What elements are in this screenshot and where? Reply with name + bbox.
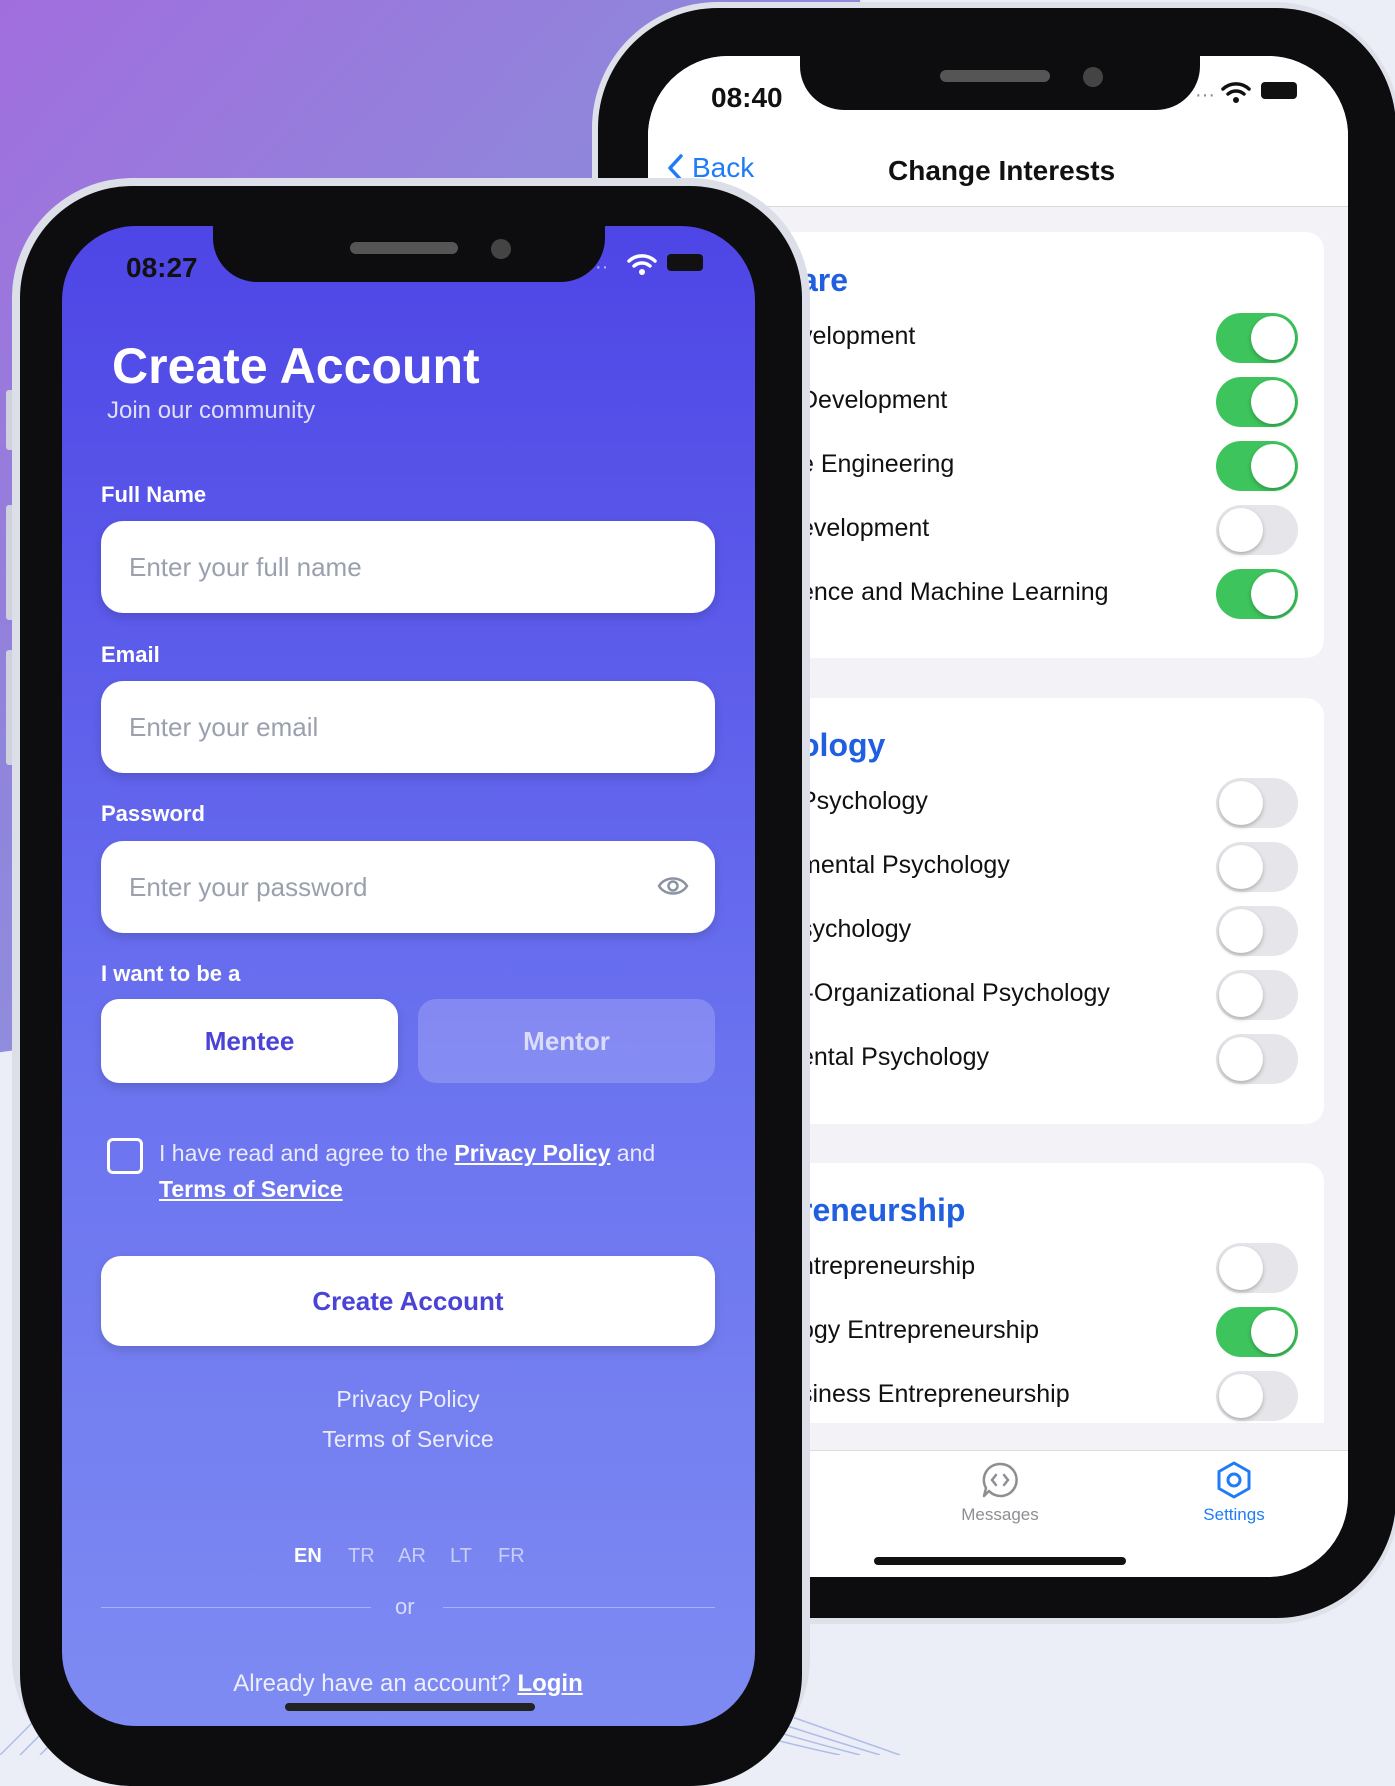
interest-toggle[interactable]: [1216, 441, 1298, 491]
interest-label: Development: [800, 386, 948, 414]
settings-hexagon-icon: [1217, 1461, 1251, 1499]
interest-label: evelopment: [800, 514, 930, 542]
home-indicator: [285, 1703, 535, 1711]
tab-settings[interactable]: Settings: [1174, 1460, 1294, 1525]
toggle-knob: [1251, 380, 1295, 424]
login-prompt: Already have an account? Login: [101, 1670, 715, 1698]
terms-of-service-link[interactable]: Terms of Service: [159, 1176, 343, 1202]
interest-label: mental Psychology: [800, 851, 1010, 879]
interest-label: ogy Entrepreneurship: [800, 1316, 1040, 1344]
agree-checkbox[interactable]: [107, 1138, 143, 1174]
toggle-knob: [1251, 572, 1295, 616]
wifi-icon: [627, 254, 657, 275]
interest-toggle[interactable]: [1216, 778, 1298, 828]
page-title: Change Interests: [888, 155, 1116, 186]
status-time: 08:40: [711, 82, 783, 113]
message-bubble-icon: [982, 1462, 1018, 1498]
interest-toggle[interactable]: [1216, 1034, 1298, 1084]
toggle-knob: [1251, 444, 1295, 488]
divider-or: or: [395, 1594, 415, 1619]
toggle-knob: [1219, 1374, 1263, 1418]
interest-label: siness Entrepreneurship: [800, 1380, 1070, 1408]
privacy-policy-link[interactable]: Privacy Policy: [454, 1140, 610, 1166]
create-account-button[interactable]: Create Account: [101, 1256, 715, 1346]
interest-toggle[interactable]: [1216, 1243, 1298, 1293]
interest-label: ntrepreneurship: [800, 1252, 976, 1280]
interest-toggle[interactable]: [1216, 970, 1298, 1020]
page-subtitle: Join our community: [107, 397, 316, 424]
password-label: Password: [101, 801, 205, 826]
wifi-icon: [1221, 82, 1251, 103]
speaker: [350, 242, 458, 254]
mentee-button[interactable]: Mentee: [101, 999, 398, 1083]
front-camera: [1083, 67, 1103, 87]
interest-toggle[interactable]: [1216, 505, 1298, 555]
divider: [443, 1607, 715, 1608]
toggle-knob: [1219, 909, 1263, 953]
interest-label: ence and Machine Learning: [800, 578, 1109, 606]
tab-label: Messages: [961, 1505, 1039, 1524]
footer-privacy-link[interactable]: Privacy Policy: [101, 1386, 715, 1413]
toggle-knob: [1251, 316, 1295, 360]
password-input[interactable]: Enter your password: [101, 841, 715, 933]
full-name-label: Full Name: [101, 482, 207, 507]
role-label: I want to be a: [101, 961, 241, 986]
battery-icon: [1261, 82, 1297, 99]
toggle-knob: [1219, 781, 1263, 825]
footer-terms-link[interactable]: Terms of Service: [101, 1426, 715, 1453]
interest-toggle[interactable]: [1216, 313, 1298, 363]
status-time: 08:27: [126, 252, 198, 283]
interest-label: ental Psychology: [800, 1043, 990, 1071]
interest-label: l-Organizational Psychology: [800, 979, 1110, 1007]
agreement-middle: and: [616, 1140, 656, 1166]
login-link[interactable]: Login: [517, 1670, 582, 1697]
toggle-knob: [1219, 1037, 1263, 1081]
interest-toggle[interactable]: [1216, 377, 1298, 427]
language-en[interactable]: EN: [294, 1545, 322, 1568]
signal-dots-icon: ···: [1195, 84, 1215, 106]
interest-toggle[interactable]: [1216, 1371, 1298, 1421]
email-label: Email: [101, 642, 160, 667]
battery-icon: [667, 254, 703, 271]
language-fr[interactable]: FR: [498, 1545, 525, 1568]
interest-label: sychology: [800, 915, 912, 943]
front-camera: [491, 239, 511, 259]
tab-messages[interactable]: Messages: [940, 1460, 1060, 1525]
language-lt[interactable]: LT: [450, 1545, 472, 1568]
page-title: Create Account: [112, 338, 480, 394]
section-title: ology: [800, 727, 886, 763]
agreement-text: I have read and agree to the Privacy Pol…: [159, 1135, 699, 1207]
toggle-knob: [1219, 508, 1263, 552]
section-title: reneurship: [800, 1192, 966, 1228]
interest-label: Psychology: [800, 787, 928, 815]
input-placeholder: Enter your email: [129, 711, 319, 742]
full-name-input[interactable]: Enter your full name: [101, 521, 715, 613]
home-indicator: [874, 1557, 1126, 1565]
login-prompt-text: Already have an account?: [233, 1670, 511, 1697]
input-placeholder: Enter your password: [129, 871, 368, 902]
email-input[interactable]: Enter your email: [101, 681, 715, 773]
tab-label: Settings: [1203, 1505, 1265, 1524]
interest-toggle[interactable]: [1216, 842, 1298, 892]
language-ar[interactable]: AR: [398, 1545, 426, 1568]
interest-toggle[interactable]: [1216, 1307, 1298, 1357]
input-placeholder: Enter your full name: [129, 551, 362, 582]
mentor-button[interactable]: Mentor: [418, 999, 715, 1083]
divider: [101, 1607, 371, 1608]
interest-label: e Engineering: [800, 450, 955, 478]
eye-icon[interactable]: [657, 873, 689, 899]
toggle-knob: [1251, 1310, 1295, 1354]
agreement-prefix: I have read and agree to the: [159, 1140, 448, 1166]
interest-toggle[interactable]: [1216, 569, 1298, 619]
toggle-knob: [1219, 845, 1263, 889]
speaker: [940, 70, 1050, 82]
toggle-knob: [1219, 973, 1263, 1017]
interest-toggle[interactable]: [1216, 906, 1298, 956]
interest-label: velopment: [800, 322, 916, 350]
language-tr[interactable]: TR: [348, 1545, 375, 1568]
toggle-knob: [1219, 1246, 1263, 1290]
